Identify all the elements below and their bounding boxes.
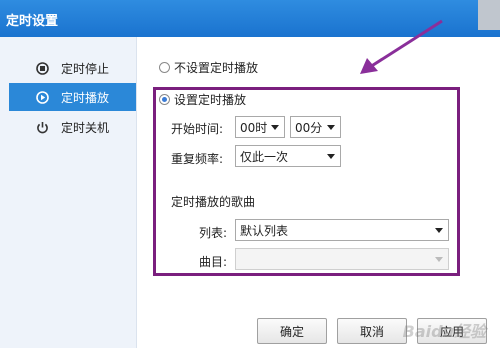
minute-select[interactable]: 00分 xyxy=(290,116,341,138)
list-select[interactable]: 默认列表 xyxy=(235,219,449,241)
watermark: Baidu经验 xyxy=(402,322,486,341)
track-select[interactable] xyxy=(235,248,449,270)
sidebar-item-timed-play[interactable]: 定时播放 xyxy=(9,83,136,111)
sidebar-item-label: 定时关机 xyxy=(61,120,110,135)
chevron-down-icon xyxy=(435,257,443,262)
cancel-button[interactable]: 取消 xyxy=(337,318,407,344)
list-value: 默认列表 xyxy=(240,223,289,238)
hour-value: 00时 xyxy=(240,120,268,135)
minute-value: 00分 xyxy=(295,120,323,135)
sidebar: 定时停止 定时播放 定时关机 xyxy=(0,37,137,348)
sidebar-item-timed-shutdown[interactable]: 定时关机 xyxy=(9,113,136,141)
window-title: 定时设置 xyxy=(6,14,59,29)
ok-button-label: 确定 xyxy=(279,324,304,339)
close-button[interactable] xyxy=(478,0,500,30)
sidebar-item-label: 定时停止 xyxy=(61,61,110,76)
no-timer-option[interactable]: 不设置定时播放 xyxy=(159,59,258,76)
chevron-down-icon xyxy=(327,154,335,159)
track-label: 曲目: xyxy=(199,255,228,269)
sidebar-item-timed-stop[interactable]: 定时停止 xyxy=(9,54,136,82)
radio-set-timer[interactable] xyxy=(159,94,170,105)
set-timer-label: 设置定时播放 xyxy=(174,93,247,107)
play-icon xyxy=(35,90,49,104)
songs-section-title: 定时播放的歌曲 xyxy=(171,195,256,209)
chevron-down-icon xyxy=(271,125,279,130)
sidebar-item-label: 定时播放 xyxy=(61,90,110,105)
ok-button[interactable]: 确定 xyxy=(257,318,327,344)
power-icon xyxy=(35,120,49,134)
repeat-value: 仅此一次 xyxy=(240,149,289,164)
cancel-button-label: 取消 xyxy=(359,324,384,339)
start-time-label: 开始时间: xyxy=(171,122,224,136)
repeat-select[interactable]: 仅此一次 xyxy=(235,145,341,167)
stop-icon xyxy=(35,61,49,75)
hour-select[interactable]: 00时 xyxy=(235,116,285,138)
annotation-arrow-icon xyxy=(360,19,443,74)
no-timer-label: 不设置定时播放 xyxy=(174,61,259,75)
chevron-down-icon xyxy=(327,125,335,130)
set-timer-option[interactable]: 设置定时播放 xyxy=(159,91,246,108)
radio-no-timer[interactable] xyxy=(159,62,170,73)
repeat-label: 重复频率: xyxy=(171,152,224,166)
list-label: 列表: xyxy=(199,226,228,240)
chevron-down-icon xyxy=(435,228,443,233)
